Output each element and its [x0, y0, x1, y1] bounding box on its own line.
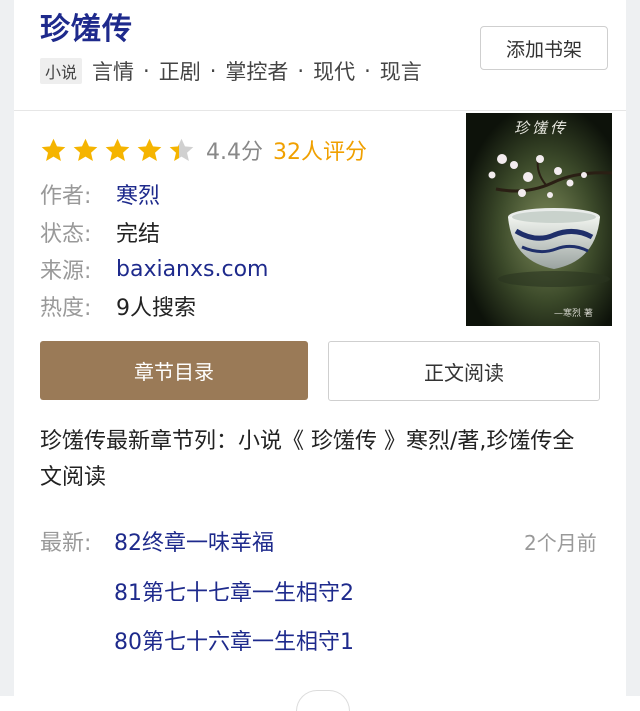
heat-row: 热度: 9人搜索: [40, 290, 196, 322]
tag: 言情: [92, 60, 135, 84]
chapter-time: 2个月前: [524, 531, 597, 555]
source-link[interactable]: baxianxs.com: [116, 257, 268, 282]
star-icon: [137, 138, 162, 161]
cover-signature: —寒烈 著: [554, 307, 593, 319]
chapter-link[interactable]: 82终章一味幸福: [114, 525, 274, 557]
heat-label: 热度:: [40, 296, 92, 321]
book-description: 珍馐传最新章节列：小说《 珍馐传 》寒烈/著,珍馐传全文阅读: [40, 429, 575, 490]
book-cover[interactable]: 珍馐传 —寒烈 著: [466, 113, 613, 326]
source-label: 来源:: [40, 259, 92, 284]
status-row: 状态: 完结: [40, 216, 160, 248]
star-icon: [105, 138, 130, 161]
author-link[interactable]: 寒烈: [116, 178, 160, 210]
star-icon: [73, 138, 98, 161]
book-detail-card: 珍馐传 小说 言情 · 正剧 · 掌控者 · 现代 · 现言 添加书架 4.4分…: [14, 0, 626, 711]
tag-separator: ·: [209, 59, 217, 83]
status-value: 完结: [116, 222, 161, 247]
book-title[interactable]: 珍馐传: [40, 4, 133, 48]
right-frame: [626, 0, 640, 696]
cover-title: 珍馐传: [514, 119, 568, 137]
left-frame: [0, 0, 14, 696]
star-icon: [169, 138, 194, 161]
rating-score: 4.4分: [206, 140, 263, 165]
heat-value: 9人搜索: [116, 296, 196, 321]
author-row: 作者: 寒烈: [40, 178, 160, 210]
rating-count[interactable]: 32人评分: [273, 134, 367, 166]
tag-separator: ·: [143, 59, 150, 83]
type-badge: 小说: [40, 58, 83, 84]
load-more-indicator[interactable]: [296, 690, 350, 711]
add-to-shelf-button[interactable]: 添加书架: [480, 26, 608, 70]
star-icon: [41, 138, 66, 161]
table-of-contents-button[interactable]: 章节目录: [40, 341, 308, 400]
source-row: 来源: baxianxs.com: [40, 253, 268, 285]
tag: 现言: [379, 60, 422, 84]
tag: 现代: [313, 60, 356, 84]
divider: [14, 110, 626, 111]
tag-separator: ·: [297, 59, 305, 83]
cover-image: 珍馐传 —寒烈 著: [466, 113, 613, 326]
latest-label: 最新:: [40, 531, 92, 556]
tag-separator: ·: [364, 59, 371, 83]
tag: 正剧: [158, 60, 201, 84]
rating-stars: [40, 137, 200, 164]
status-label: 状态:: [40, 222, 92, 247]
chapter-link[interactable]: 81第七十七章一生相守2: [114, 575, 354, 607]
book-tags: 小说 言情 · 正剧 · 掌控者 · 现代 · 现言: [40, 56, 422, 86]
rating-row: 4.4分 32人评分: [40, 134, 367, 166]
chapter-link[interactable]: 80第七十六章一生相守1: [114, 624, 354, 656]
author-label: 作者:: [40, 184, 92, 209]
tag: 掌控者: [225, 60, 289, 84]
read-text-button[interactable]: 正文阅读: [328, 341, 600, 401]
